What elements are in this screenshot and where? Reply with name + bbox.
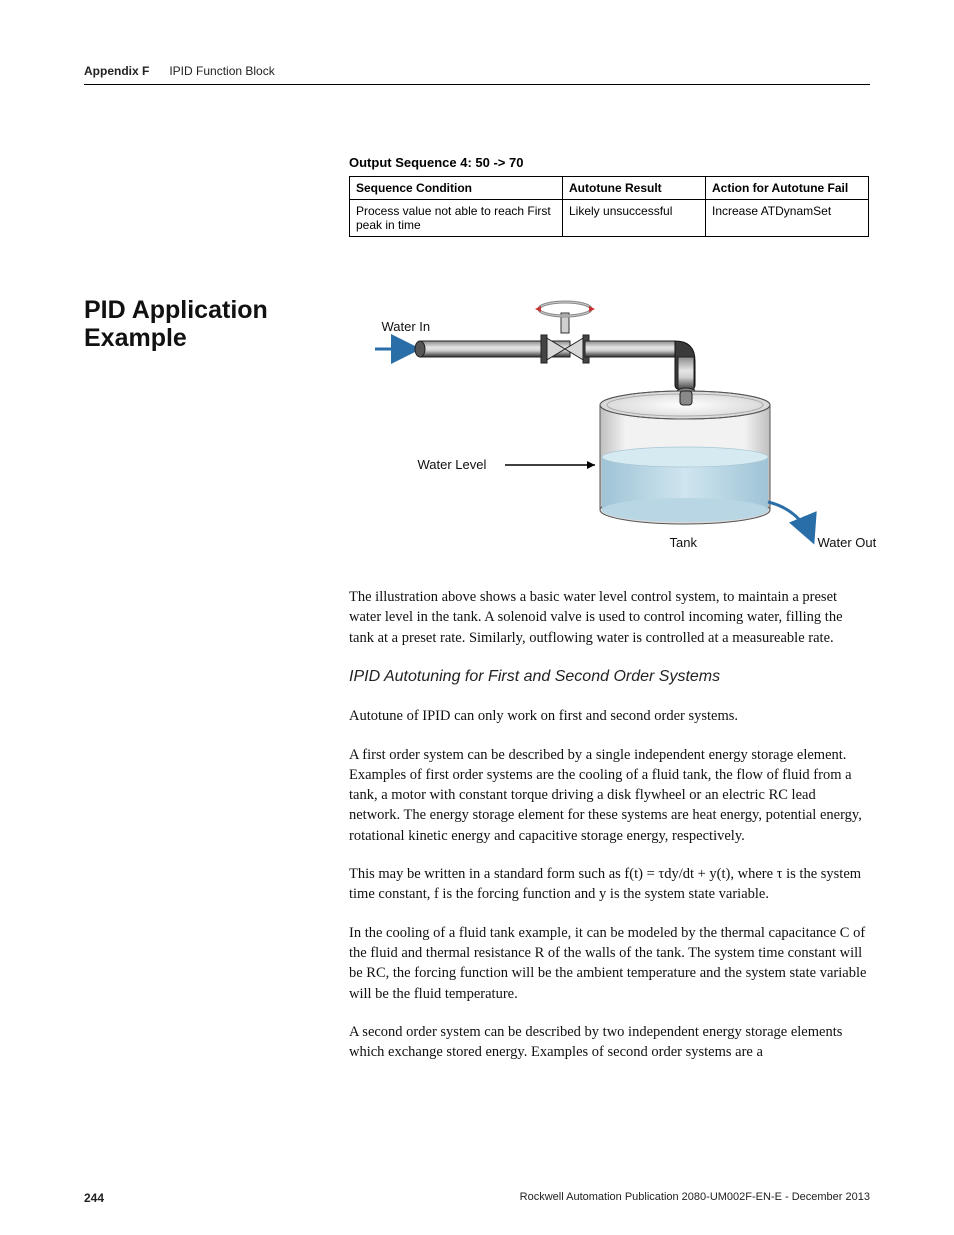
- section-heading: PID Application Example: [84, 297, 349, 352]
- page-number: 244: [84, 1191, 104, 1205]
- page-header: Appendix F IPID Function Block: [84, 64, 870, 85]
- th-condition: Sequence Condition: [350, 177, 563, 200]
- paragraph: Autotune of IPID can only work on first …: [349, 706, 869, 726]
- publication-info: Rockwell Automation Publication 2080-UM0…: [520, 1191, 870, 1205]
- paragraph: A second order system can be described b…: [349, 1022, 869, 1063]
- pid-diagram: Water In Water Level Tank Water Out: [360, 297, 860, 557]
- paragraph: A first order system can be described by…: [349, 745, 869, 846]
- header-appendix: Appendix F: [84, 64, 149, 78]
- header-title: IPID Function Block: [169, 64, 274, 78]
- label-water-in: Water In: [382, 319, 431, 334]
- sequence-table: Sequence Condition Autotune Result Actio…: [349, 176, 869, 237]
- th-result: Autotune Result: [563, 177, 706, 200]
- table-row: Process value not able to reach First pe…: [350, 200, 869, 237]
- label-water-out: Water Out: [818, 535, 877, 550]
- table-caption: Output Sequence 4: 50 -> 70: [349, 155, 870, 170]
- th-action: Action for Autotune Fail: [706, 177, 869, 200]
- page-footer: 244 Rockwell Automation Publication 2080…: [84, 1191, 870, 1205]
- paragraph: This may be written in a standard form s…: [349, 864, 869, 905]
- td-result: Likely unsuccessful: [563, 200, 706, 237]
- body-text: The illustration above shows a basic wat…: [349, 587, 869, 1062]
- paragraph: In the cooling of a fluid tank example, …: [349, 923, 869, 1004]
- td-condition: Process value not able to reach First pe…: [350, 200, 563, 237]
- td-action: Increase ATDynamSet: [706, 200, 869, 237]
- sub-heading: IPID Autotuning for First and Second Ord…: [349, 666, 869, 688]
- label-tank: Tank: [670, 535, 697, 550]
- paragraph: The illustration above shows a basic wat…: [349, 587, 869, 648]
- label-water-level: Water Level: [418, 457, 487, 472]
